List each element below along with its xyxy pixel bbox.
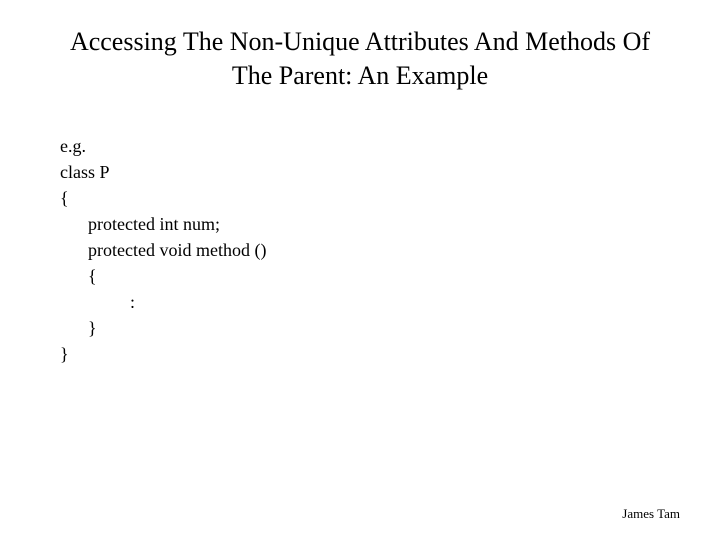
author-footer: James Tam — [622, 506, 680, 522]
code-line: protected int num; — [60, 211, 670, 237]
code-line: { — [60, 263, 670, 289]
slide: Accessing The Non-Unique Attributes And … — [0, 0, 720, 540]
code-line: : — [60, 289, 670, 315]
code-line: } — [60, 315, 670, 341]
code-line: } — [60, 341, 670, 367]
code-line: protected void method () — [60, 237, 670, 263]
code-line: e.g. — [60, 133, 670, 159]
code-line: class P — [60, 159, 670, 185]
code-line: { — [60, 185, 670, 211]
slide-title: Accessing The Non-Unique Attributes And … — [50, 25, 670, 93]
code-example: e.g. class P { protected int num; protec… — [50, 133, 670, 368]
